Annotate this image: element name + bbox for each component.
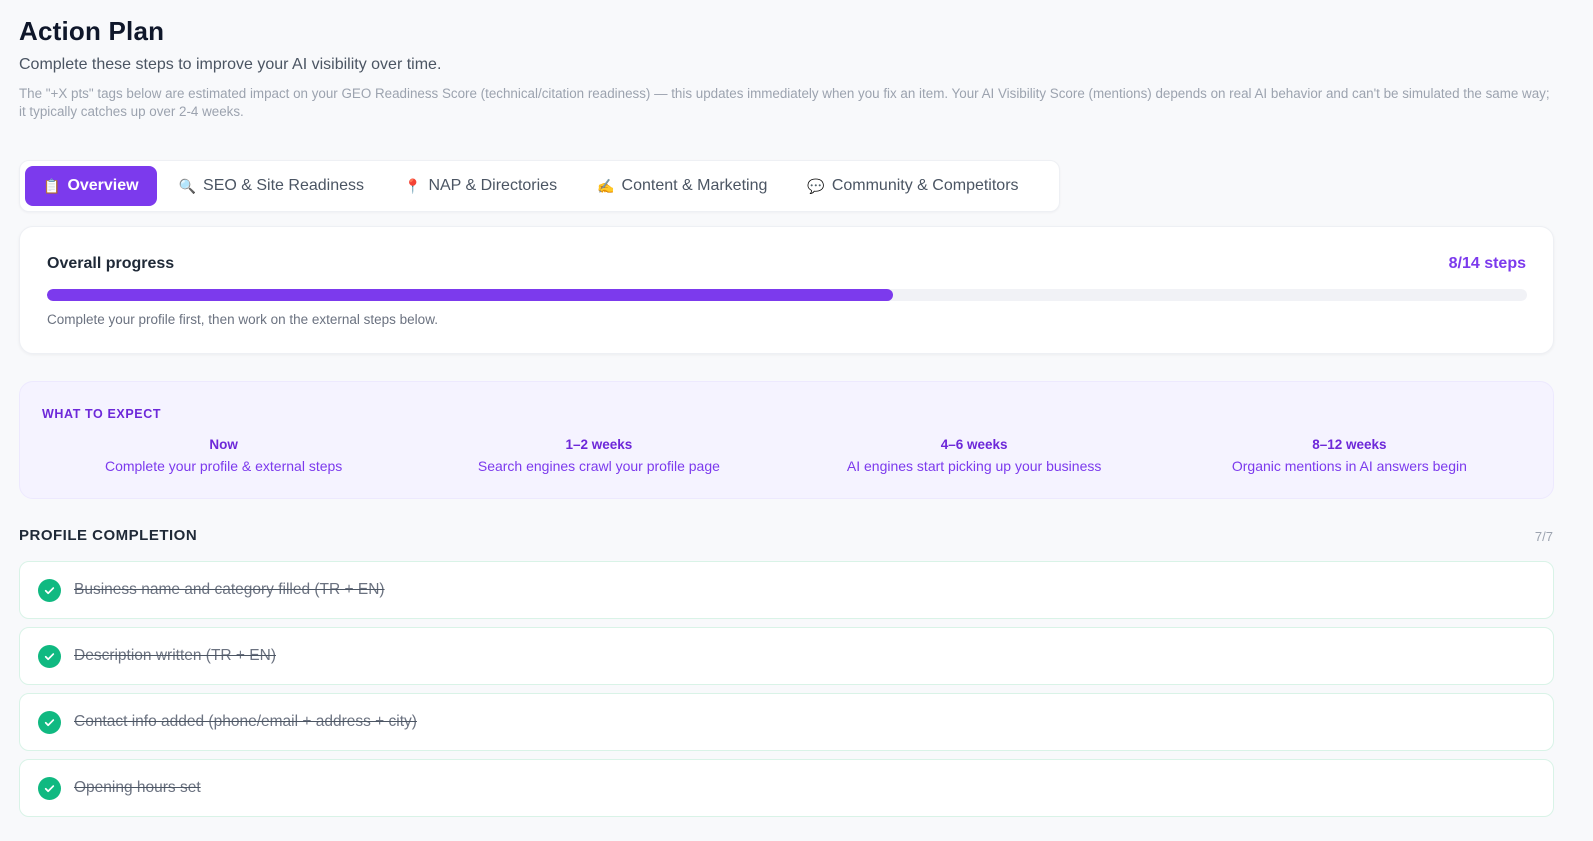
stage-description: Complete your profile & external steps: [104, 458, 343, 474]
progress-hint: Complete your profile first, then work o…: [47, 312, 438, 327]
check-circle-icon: [38, 776, 61, 800]
tab-label: Community & Competitors: [831, 177, 1019, 194]
stage-when: 4–6 weeks: [940, 437, 1008, 452]
progress-bar: [47, 289, 1527, 301]
check-circle-icon: [38, 710, 61, 734]
tab-content-marketing[interactable]: ✍️ Content & Marketing: [579, 166, 785, 206]
pin-icon: 📍: [404, 177, 422, 194]
timeline-stage: 8–12 weeks Organic mentions in AI answer…: [1162, 437, 1537, 474]
tab-overview[interactable]: 📋 Overview: [25, 166, 157, 206]
action-plan-page: Action Plan Complete these steps to impr…: [0, 0, 1593, 841]
writing-hand-icon: ✍️: [597, 177, 615, 194]
profile-checklist: Business name and category filled (TR + …: [19, 561, 1554, 825]
timeline-stage: 4–6 weeks AI engines start picking up yo…: [787, 437, 1162, 474]
speech-bubble-icon: 💬: [807, 177, 825, 194]
checklist-item-label: Description written (TR + EN): [74, 647, 276, 664]
score-note: The "+X pts" tags below are estimated im…: [19, 86, 1550, 119]
magnifier-icon: 🔍: [178, 177, 197, 194]
check-circle-icon: [38, 578, 61, 602]
checklist-item-label: Business name and category filled (TR + …: [74, 581, 385, 598]
profile-completion-heading: PROFILE COMPLETION: [19, 527, 198, 544]
checklist-item[interactable]: Description written (TR + EN): [19, 627, 1554, 685]
expect-title: WHAT TO EXPECT: [42, 407, 162, 421]
progress-label: Overall progress: [47, 255, 175, 272]
checklist-item[interactable]: Business name and category filled (TR + …: [19, 561, 1554, 619]
category-tabs: 📋 Overview 🔍 SEO & Site Readiness 📍 NAP …: [19, 160, 1060, 212]
tab-seo-site-readiness[interactable]: 🔍 SEO & Site Readiness: [161, 166, 382, 206]
checklist-item-label: Contact info added (phone/email + addres…: [74, 713, 417, 730]
stage-when: 1–2 weeks: [565, 437, 633, 452]
progress-count: 8/14 steps: [1448, 255, 1526, 272]
checklist-item[interactable]: Contact info added (phone/email + addres…: [19, 693, 1554, 751]
overall-progress-card: Overall progress 8/14 steps Complete you…: [19, 226, 1554, 354]
tab-community-competitors[interactable]: 💬 Community & Competitors: [789, 166, 1036, 206]
page-subtitle: Complete these steps to improve your AI …: [19, 56, 442, 73]
what-to-expect-card: WHAT TO EXPECT Now Complete your profile…: [19, 381, 1554, 499]
checklist-item[interactable]: Opening hours set: [19, 759, 1554, 817]
stage-when: Now: [209, 437, 238, 452]
check-circle-icon: [38, 644, 61, 668]
page-title: Action Plan: [19, 16, 165, 46]
tab-label: Overview: [67, 177, 139, 194]
checklist-item-label: Opening hours set: [74, 779, 201, 796]
clipboard-icon: 📋: [43, 177, 61, 194]
stage-description: Search engines crawl your profile page: [477, 458, 720, 474]
tab-label: SEO & Site Readiness: [203, 177, 364, 194]
stage-when: 8–12 weeks: [1312, 437, 1387, 452]
stage-description: AI engines start picking up your busines…: [846, 458, 1102, 474]
timeline-stage: 1–2 weeks Search engines crawl your prof…: [411, 437, 786, 474]
stage-description: Organic mentions in AI answers begin: [1231, 458, 1467, 474]
tab-label: NAP & Directories: [428, 177, 558, 194]
tab-nap-directories[interactable]: 📍 NAP & Directories: [386, 166, 575, 206]
tab-label: Content & Marketing: [621, 177, 768, 194]
progress-bar-fill: [47, 289, 893, 301]
timeline-stage: Now Complete your profile & external ste…: [36, 437, 411, 474]
expect-timeline: Now Complete your profile & external ste…: [36, 437, 1537, 474]
profile-completion-count: 7/7: [1534, 529, 1553, 544]
